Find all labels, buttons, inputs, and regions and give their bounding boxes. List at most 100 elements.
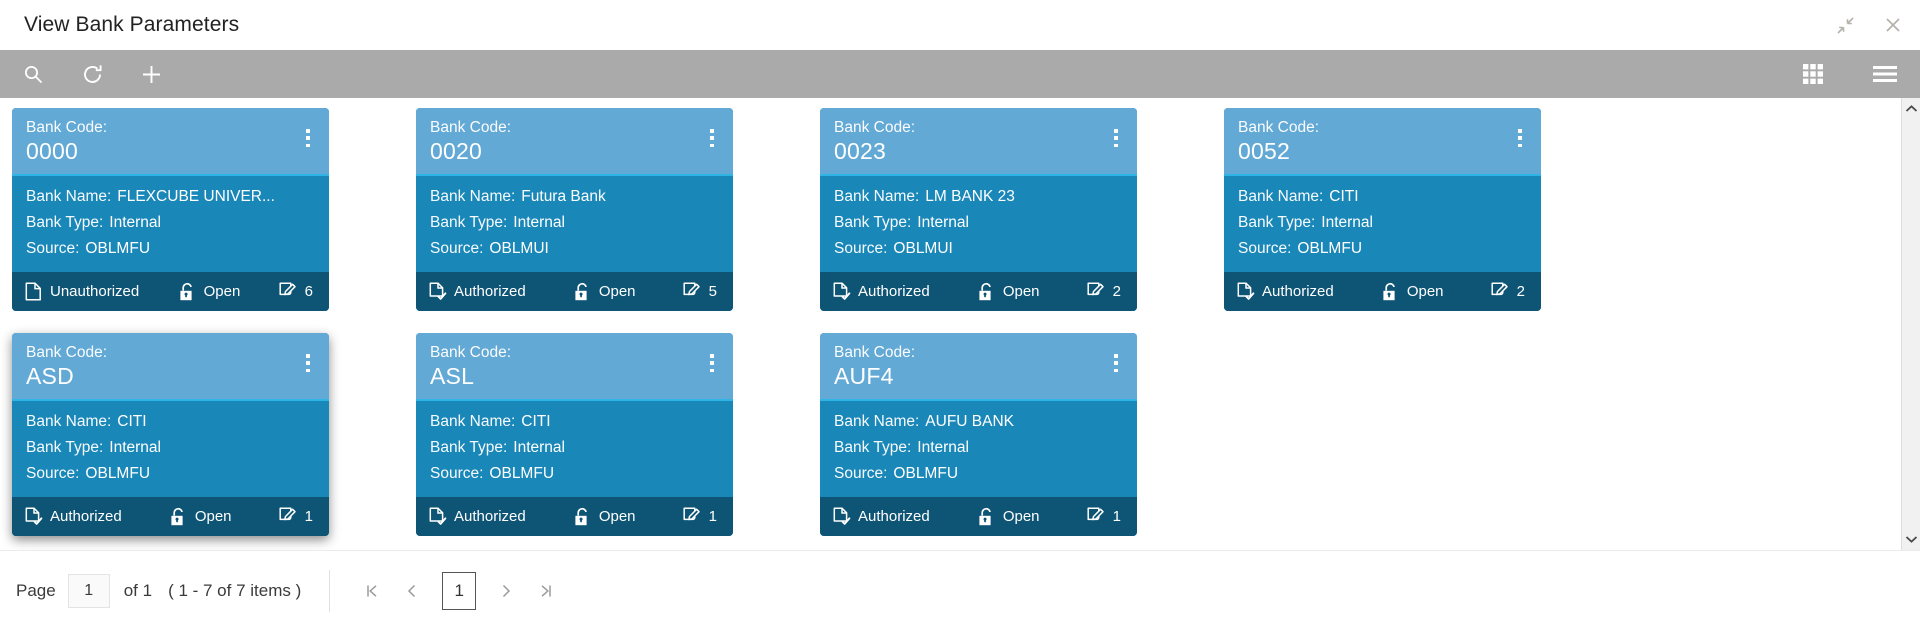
add-icon[interactable] bbox=[134, 57, 168, 91]
card-menu-icon[interactable] bbox=[298, 351, 318, 375]
close-icon[interactable] bbox=[1880, 12, 1906, 38]
prev-page-icon[interactable] bbox=[392, 574, 432, 608]
modification-badge: 5 bbox=[683, 282, 717, 302]
source-value: OBLMFU bbox=[85, 465, 151, 482]
source-value: OBLMFU bbox=[1297, 240, 1363, 257]
authorized-icon bbox=[428, 507, 447, 527]
card-source-row: Source: OBLMUI bbox=[430, 236, 719, 262]
bank-card[interactable]: Bank Code: 0000 Bank Name: FLEXCUBE UNIVER.… bbox=[12, 108, 329, 311]
unauthorized-icon bbox=[24, 282, 43, 302]
card-code-label: Bank Code: bbox=[26, 119, 107, 136]
source-label: Source: bbox=[1238, 240, 1292, 257]
card-body: Bank Name: CITI Bank Type: Internal Source: O… bbox=[12, 401, 329, 497]
source-label: Source: bbox=[26, 465, 80, 482]
status-label: Authorized bbox=[454, 508, 526, 525]
card-code-label: Bank Code: bbox=[834, 344, 915, 361]
card-footer: Authorized Open 1 bbox=[416, 497, 733, 536]
card-menu-icon[interactable] bbox=[1106, 351, 1126, 375]
card-menu-icon[interactable] bbox=[702, 126, 722, 150]
bank-type-label: Bank Type: bbox=[834, 439, 912, 456]
card-code-label: Bank Code: bbox=[430, 344, 511, 361]
last-page-icon[interactable] bbox=[526, 574, 566, 608]
edit-icon bbox=[1087, 507, 1106, 527]
lock-badge: Open bbox=[977, 282, 1040, 302]
grid-view-icon[interactable] bbox=[1796, 57, 1830, 91]
bank-card[interactable]: Bank Code: 0052 Bank Name: CITI Bank Type: In… bbox=[1224, 108, 1541, 311]
modification-count: 1 bbox=[304, 508, 313, 525]
card-header: Bank Code: 0052 bbox=[1224, 108, 1541, 174]
search-icon[interactable] bbox=[16, 57, 50, 91]
card-code-label: Bank Code: bbox=[834, 119, 915, 136]
bank-name-value: Futura Bank bbox=[521, 188, 606, 205]
current-page-button[interactable]: 1 bbox=[442, 571, 477, 610]
modification-badge: 6 bbox=[279, 282, 313, 302]
card-source-row: Source: OBLMFU bbox=[834, 461, 1123, 487]
source-value: OBLMFU bbox=[85, 240, 151, 257]
lock-label: Open bbox=[598, 283, 636, 300]
card-header: Bank Code: AUF4 bbox=[820, 333, 1137, 399]
scroll-up-icon[interactable] bbox=[1902, 101, 1920, 117]
card-bank-name-row: Bank Name: FLEXCUBE UNIVER... bbox=[26, 184, 315, 210]
bank-name-value: AUFU BANK bbox=[925, 413, 1015, 430]
bank-card[interactable]: Bank Code: AUF4 Bank Name: AUFU BANK Bank Ty… bbox=[820, 333, 1137, 536]
card-bank-name-row: Bank Name: CITI bbox=[430, 409, 719, 435]
list-menu-icon[interactable] bbox=[1868, 57, 1902, 91]
bank-type-value: Internal bbox=[513, 439, 565, 456]
card-menu-icon[interactable] bbox=[702, 351, 722, 375]
modification-badge: 1 bbox=[683, 507, 717, 527]
edit-icon bbox=[1491, 282, 1510, 302]
window-titlebar: View Bank Parameters bbox=[0, 0, 1920, 50]
refresh-icon[interactable] bbox=[75, 57, 109, 91]
modification-count: 6 bbox=[304, 283, 313, 300]
bank-type-label: Bank Type: bbox=[430, 214, 508, 231]
modification-count: 2 bbox=[1112, 283, 1121, 300]
item-range-label: ( 1 - 7 of 7 items ) bbox=[168, 580, 302, 600]
lock-open-icon bbox=[178, 282, 197, 302]
source-value: OBLMUI bbox=[489, 240, 549, 257]
bank-card[interactable]: Bank Code: ASL Bank Name: CITI Bank Type: Int… bbox=[416, 333, 733, 536]
bank-type-label: Bank Type: bbox=[1238, 214, 1316, 231]
page-number-input[interactable] bbox=[67, 573, 110, 608]
lock-badge: Open bbox=[573, 507, 636, 527]
card-bank-name-row: Bank Name: Futura Bank bbox=[430, 184, 719, 210]
collapse-icon[interactable] bbox=[1832, 12, 1858, 38]
status-label: Unauthorized bbox=[50, 283, 140, 300]
page-total-label: of 1 bbox=[123, 580, 153, 600]
card-footer: Authorized Open 2 bbox=[820, 272, 1137, 311]
bank-type-label: Bank Type: bbox=[430, 439, 508, 456]
card-menu-icon[interactable] bbox=[298, 126, 318, 150]
card-code-label: Bank Code: bbox=[430, 119, 511, 136]
lock-label: Open bbox=[598, 508, 636, 525]
next-page-icon[interactable] bbox=[486, 574, 526, 608]
lock-badge: Open bbox=[1381, 282, 1444, 302]
bank-card[interactable]: Bank Code: 0023 Bank Name: LM BANK 23 Bank T… bbox=[820, 108, 1137, 311]
card-body: Bank Name: LM BANK 23 Bank Type: Internal So… bbox=[820, 176, 1137, 272]
first-page-icon[interactable] bbox=[352, 574, 392, 608]
card-menu-icon[interactable] bbox=[1510, 126, 1530, 150]
card-grid: Bank Code: 0000 Bank Name: FLEXCUBE UNIVER.… bbox=[0, 98, 1920, 550]
card-bank-name-row: Bank Name: CITI bbox=[26, 409, 315, 435]
source-label: Source: bbox=[834, 465, 888, 482]
card-code-value: 0052 bbox=[1238, 138, 1290, 164]
bank-type-value: Internal bbox=[917, 214, 969, 231]
bank-type-value: Internal bbox=[917, 439, 969, 456]
bank-name-value: CITI bbox=[1329, 188, 1359, 205]
lock-open-icon bbox=[1381, 282, 1400, 302]
edit-icon bbox=[279, 507, 298, 527]
card-menu-icon[interactable] bbox=[1106, 126, 1126, 150]
bank-card[interactable]: Bank Code: 0020 Bank Name: Futura Bank Bank … bbox=[416, 108, 733, 311]
bank-name-label: Bank Name: bbox=[26, 413, 112, 430]
card-source-row: Source: OBLMFU bbox=[1238, 236, 1527, 262]
card-code-label: Bank Code: bbox=[1238, 119, 1319, 136]
bank-card[interactable]: Bank Code: ASD Bank Name: CITI Bank Type: Int… bbox=[12, 333, 329, 536]
vertical-scrollbar[interactable] bbox=[1901, 98, 1920, 550]
lock-badge: Open bbox=[977, 507, 1040, 527]
card-footer: Authorized Open 1 bbox=[820, 497, 1137, 536]
bank-type-value: Internal bbox=[1321, 214, 1373, 231]
scroll-down-icon[interactable] bbox=[1902, 531, 1920, 547]
card-code-value: 0023 bbox=[834, 138, 886, 164]
card-footer: Unauthorized Open 6 bbox=[12, 272, 329, 311]
card-header: Bank Code: 0000 bbox=[12, 108, 329, 174]
authorized-icon bbox=[428, 282, 447, 302]
card-source-row: Source: OBLMFU bbox=[26, 461, 315, 487]
